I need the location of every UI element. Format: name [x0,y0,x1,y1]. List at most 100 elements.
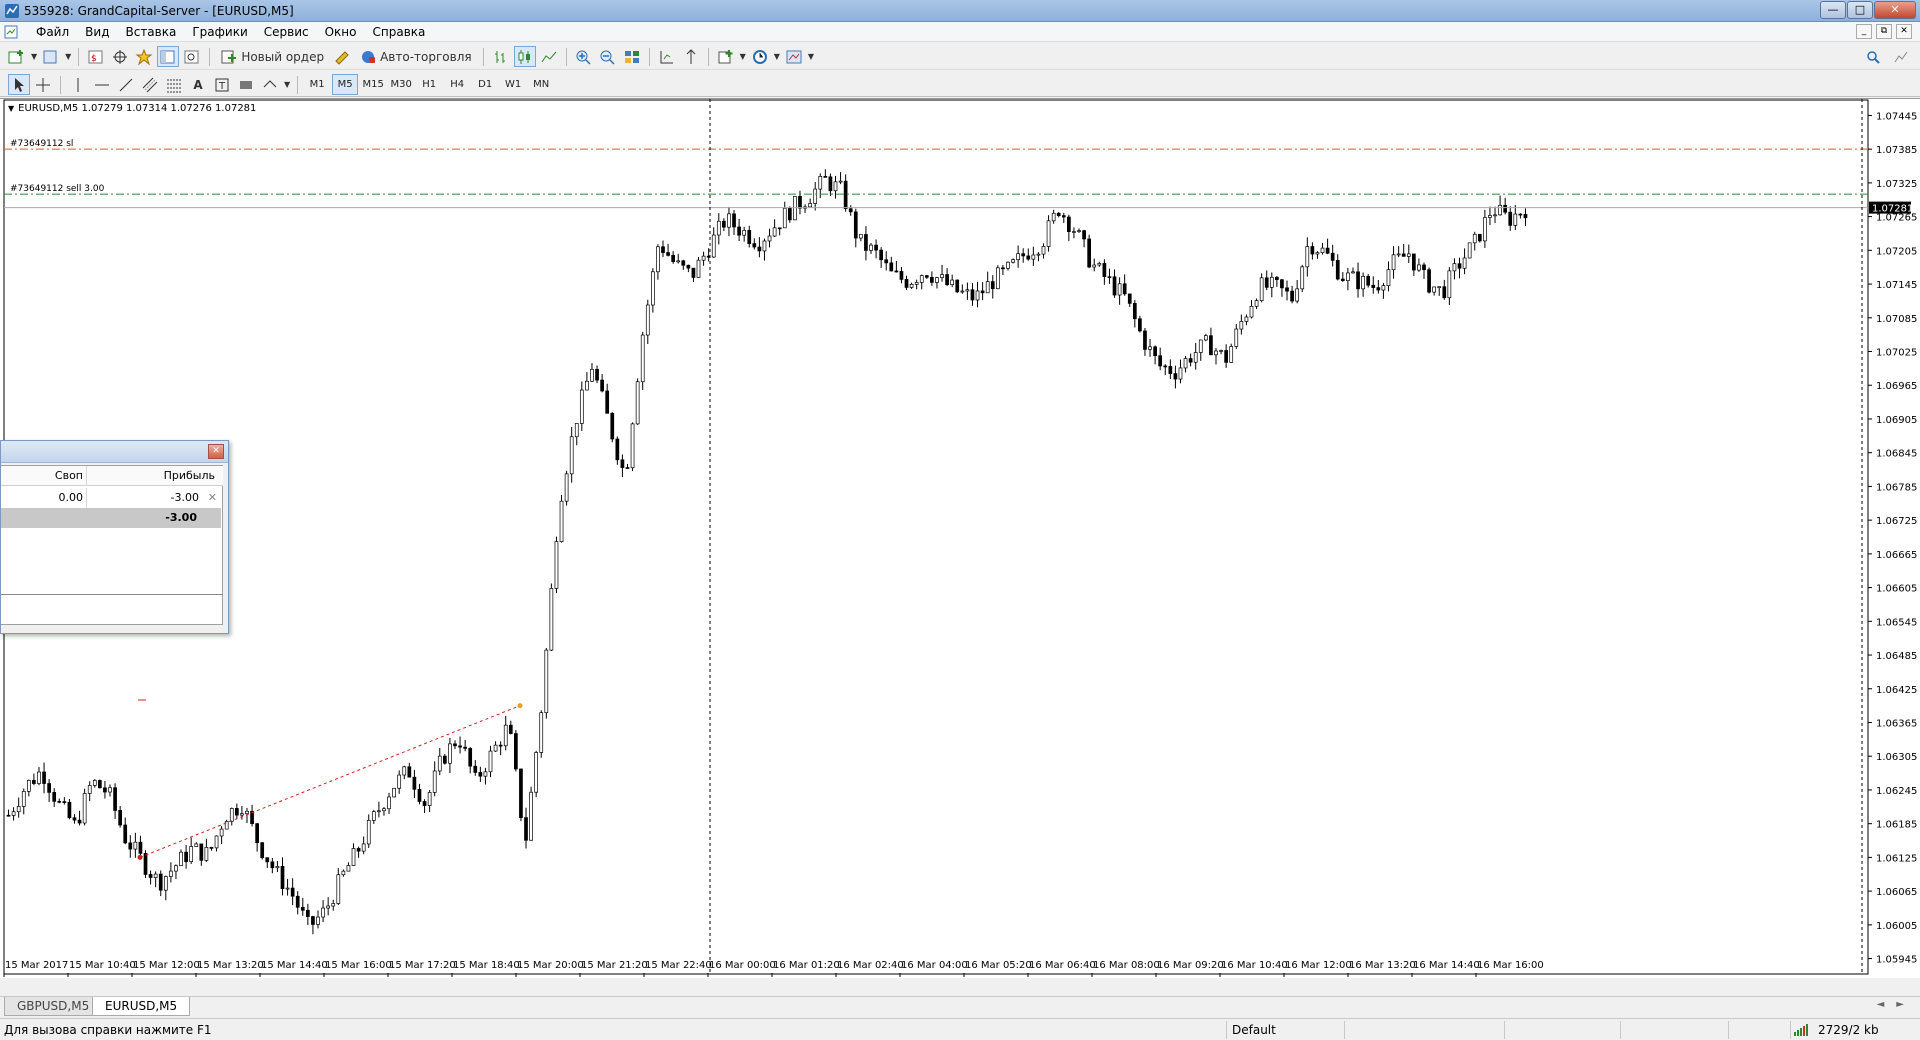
candle-body [1148,346,1152,350]
favorites-star-icon[interactable] [133,46,155,67]
strategy-tester-icon[interactable] [181,46,203,67]
candle-body [153,873,158,878]
search-icon[interactable] [1862,46,1884,67]
community-icon[interactable] [1890,46,1912,67]
tab-scroll-left-icon[interactable]: ◄ [1877,999,1885,1010]
maximize-button[interactable]: □ [1847,1,1873,19]
menu-view[interactable]: Вид [77,24,117,40]
menu-file[interactable]: Файл [28,24,77,40]
horizontal-line-icon[interactable] [91,74,113,95]
y-tick-label: 1.06425 [1876,685,1917,696]
dropdown-arrow-icon[interactable]: ▼ [807,46,815,67]
candle-body [488,750,493,773]
menu-tools[interactable]: Сервис [256,24,317,40]
toolbar-separator [648,47,650,66]
column-profit-header[interactable]: Прибыль [164,469,215,482]
close-icon[interactable]: ✕ [208,444,224,459]
vertical-line-icon[interactable] [67,74,89,95]
equidistant-channel-icon[interactable] [139,74,161,95]
chart-window-icon[interactable] [4,25,18,39]
timeframe-m30-button[interactable]: M30 [388,74,414,95]
periods-clock-icon[interactable] [749,46,771,67]
trendline-icon[interactable] [115,74,137,95]
menu-help[interactable]: Справка [365,24,434,40]
autoscroll-icon[interactable] [680,46,702,67]
trade-panel[interactable]: ✕ Своп Прибыль 0.00 -3.00 ✕ -3.00 [0,440,229,634]
x-tick-label: 15 Mar 13:20 [197,960,264,971]
timeframe-mn-button[interactable]: MN [528,74,554,95]
arrows-icon[interactable] [259,74,281,95]
dropdown-arrow-icon[interactable]: ▼ [30,46,38,67]
toolbar-separator [297,75,299,94]
close-position-icon[interactable]: ✕ [208,491,217,504]
auto-trading-button[interactable]: Авто-торговля [355,46,477,67]
column-divider[interactable] [86,466,87,486]
cursor-icon[interactable] [8,74,30,95]
timeframe-h1-button[interactable]: H1 [416,74,442,95]
candle-body [742,230,747,236]
candle-body [478,772,483,777]
menu-insert[interactable]: Вставка [117,24,184,40]
timeframe-h4-button[interactable]: H4 [444,74,470,95]
navigator-icon[interactable] [109,46,131,67]
rectangle-icon[interactable] [235,74,257,95]
zoom-in-icon[interactable] [573,46,595,67]
dropdown-arrow-icon[interactable]: ▼ [283,74,291,95]
candle-body [138,841,143,854]
candle-body [975,290,980,301]
mdi-minimize-button[interactable]: _ [1856,24,1872,39]
timeframe-m1-button[interactable]: M1 [304,74,330,95]
candle-body [143,853,148,875]
terminal-icon[interactable] [157,46,180,67]
zoom-out-icon[interactable] [597,46,619,67]
fibonacci-icon[interactable] [163,74,185,95]
profiles-icon[interactable] [40,46,62,67]
table-row[interactable]: 0.00 -3.00 ✕ [1,488,223,508]
text-label-icon[interactable]: T [211,74,233,95]
mdi-close-button[interactable]: ✕ [1896,24,1912,39]
chart-shift-icon[interactable] [656,46,678,67]
timeframe-m5-button[interactable]: M5 [332,74,359,95]
indicators-icon[interactable] [715,46,737,67]
x-tick-label: 15 Mar 17:20 [389,960,456,971]
candle-body [483,771,488,777]
tab-gbpusd[interactable]: GBPUSD,M5 [4,997,103,1016]
new-chart-icon[interactable] [6,46,28,67]
meta-editor-icon[interactable] [331,46,353,67]
templates-icon[interactable] [783,46,805,67]
dropdown-arrow-icon[interactable]: ▼ [773,46,781,67]
candle-body [625,467,630,469]
dropdown-arrow-icon[interactable]: ▼ [739,46,747,67]
menu-window[interactable]: Окно [317,24,365,40]
candle-body [864,234,868,251]
menu-charts[interactable]: Графики [184,24,255,40]
candle-body [696,259,701,278]
crosshair-icon[interactable] [32,74,54,95]
price-chart[interactable]: #73649112 sl#73649112 sell 3.001.07281 1… [0,99,1920,979]
bar-chart-icon[interactable] [490,46,512,67]
tab-eurusd[interactable]: EURUSD,M5 [92,997,191,1016]
candle-body [1224,350,1228,363]
tile-windows-icon[interactable] [621,46,643,67]
line-chart-icon[interactable] [538,46,560,67]
candle-body [82,793,87,824]
collapse-triangle-icon[interactable]: ▼ [8,104,14,113]
candle-body [935,277,939,283]
close-button[interactable]: ✕ [1874,1,1916,19]
market-watch-icon[interactable]: $ [85,46,107,67]
column-swap-header[interactable]: Своп [55,469,83,482]
new-order-button[interactable]: Новый ордер [216,46,329,67]
text-icon[interactable]: A [187,74,209,95]
horizontal-scrollbar[interactable] [1,594,223,595]
minimize-button[interactable]: — [1820,1,1846,19]
tab-scroll-right-icon[interactable]: ► [1896,999,1904,1010]
chart-window[interactable]: #73649112 sl #73649112 sell 3.00 1.07281 1… [0,98,1920,978]
dropdown-arrow-icon[interactable]: ▼ [64,46,72,67]
timeframe-m15-button[interactable]: M15 [360,74,386,95]
x-tick-label: 16 Mar 01:20 [773,960,840,971]
candlestick-icon[interactable] [513,46,536,67]
timeframe-w1-button[interactable]: W1 [500,74,526,95]
trade-panel-title-bar[interactable]: ✕ [1,441,228,463]
mdi-restore-button[interactable]: ⧉ [1876,24,1892,39]
timeframe-d1-button[interactable]: D1 [472,74,498,95]
